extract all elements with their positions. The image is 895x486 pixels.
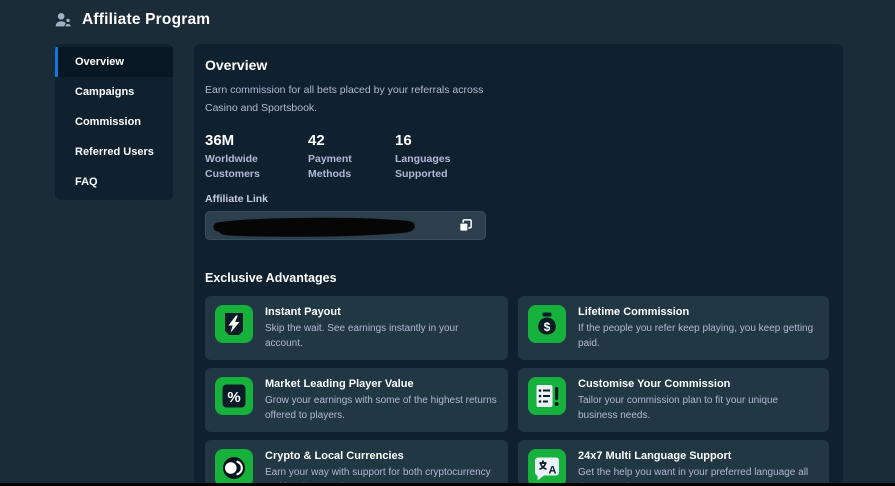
checklist-icon [528,377,566,415]
stat-label: Worldwide Customers [205,152,277,182]
copy-button[interactable] [448,212,482,239]
section-title-advantages: Exclusive Advantages [205,271,828,285]
advantage-card-customise-commission: Customise Your Commission Tailor your co… [518,368,829,432]
advantage-card-crypto-currencies: Crypto & Local Currencies Earn your way … [205,440,508,486]
advantages-grid: Instant Payout Skip the wait. See earnin… [205,296,828,486]
copy-icon [458,218,473,233]
affiliate-program-page: Affiliate Program Overview Campaigns Com… [0,0,895,486]
svg-text:A: A [549,465,557,477]
stats-row: 36M Worldwide Customers 42 Payment Metho… [205,132,828,182]
sidebar-item-label: Campaigns [75,86,134,98]
stat-payment-methods: 42 Payment Methods [308,132,395,182]
stat-languages-supported: 16 Languages Supported [395,132,467,182]
lightning-icon [215,305,253,343]
stat-label: Languages Supported [395,152,467,182]
stat-value: 36M [205,132,308,149]
money-bag-icon: $ [528,305,566,343]
stat-label: Payment Methods [308,152,380,182]
sidebar-item-overview[interactable]: Overview [55,47,173,77]
stat-worldwide-customers: 36M Worldwide Customers [205,132,308,182]
card-title: Lifetime Commission [578,306,819,318]
sidebar-item-referred-users[interactable]: Referred Users [55,137,173,167]
sidebar-item-label: Overview [75,56,124,68]
advantage-card-player-value: % Market Leading Player Value Grow your … [205,368,508,432]
redacted-link-scribble [210,216,440,237]
card-description: Grow your earnings with some of the high… [265,393,498,423]
sidebar-item-commission[interactable]: Commission [55,107,173,137]
affiliate-link-input[interactable] [205,211,486,240]
section-title-overview: Overview [205,57,828,73]
sidebar-item-label: Referred Users [75,146,154,158]
page-title: Affiliate Program [82,11,210,29]
advantage-card-lifetime-commission: $ Lifetime Commission If the people you … [518,296,829,360]
card-description: If the people you refer keep playing, yo… [578,321,819,351]
stat-value: 42 [308,132,395,149]
sidebar-item-faq[interactable]: FAQ [55,167,173,197]
referral-users-icon [52,9,74,31]
card-title: Market Leading Player Value [265,378,498,390]
stat-value: 16 [395,132,467,149]
card-title: Instant Payout [265,306,498,318]
translate-icon: A [528,449,566,486]
sidebar-item-label: FAQ [75,176,98,188]
sidebar-item-campaigns[interactable]: Campaigns [55,77,173,107]
card-description: Skip the wait. See earnings instantly in… [265,321,498,351]
sidebar-item-label: Commission [75,116,141,128]
card-title: 24x7 Multi Language Support [578,450,819,462]
coins-icon [215,449,253,486]
main-panel: Overview Earn commission for all bets pl… [194,44,843,484]
sidebar: Overview Campaigns Commission Referred U… [55,44,173,200]
page-header: Affiliate Program [52,9,210,31]
advantage-card-language-support: A 24x7 Multi Language Support Get the he… [518,440,829,486]
advantage-card-instant-payout: Instant Payout Skip the wait. See earnin… [205,296,508,360]
card-description: Tailor your commission plan to fit your … [578,393,819,423]
affiliate-link-label: Affiliate Link [205,193,828,205]
card-title: Customise Your Commission [578,378,819,390]
percent-icon: % [215,377,253,415]
card-title: Crypto & Local Currencies [265,450,498,462]
svg-text:%: % [227,389,240,406]
overview-description: Earn commission for all bets placed by y… [205,82,507,118]
svg-text:$: $ [544,320,551,334]
